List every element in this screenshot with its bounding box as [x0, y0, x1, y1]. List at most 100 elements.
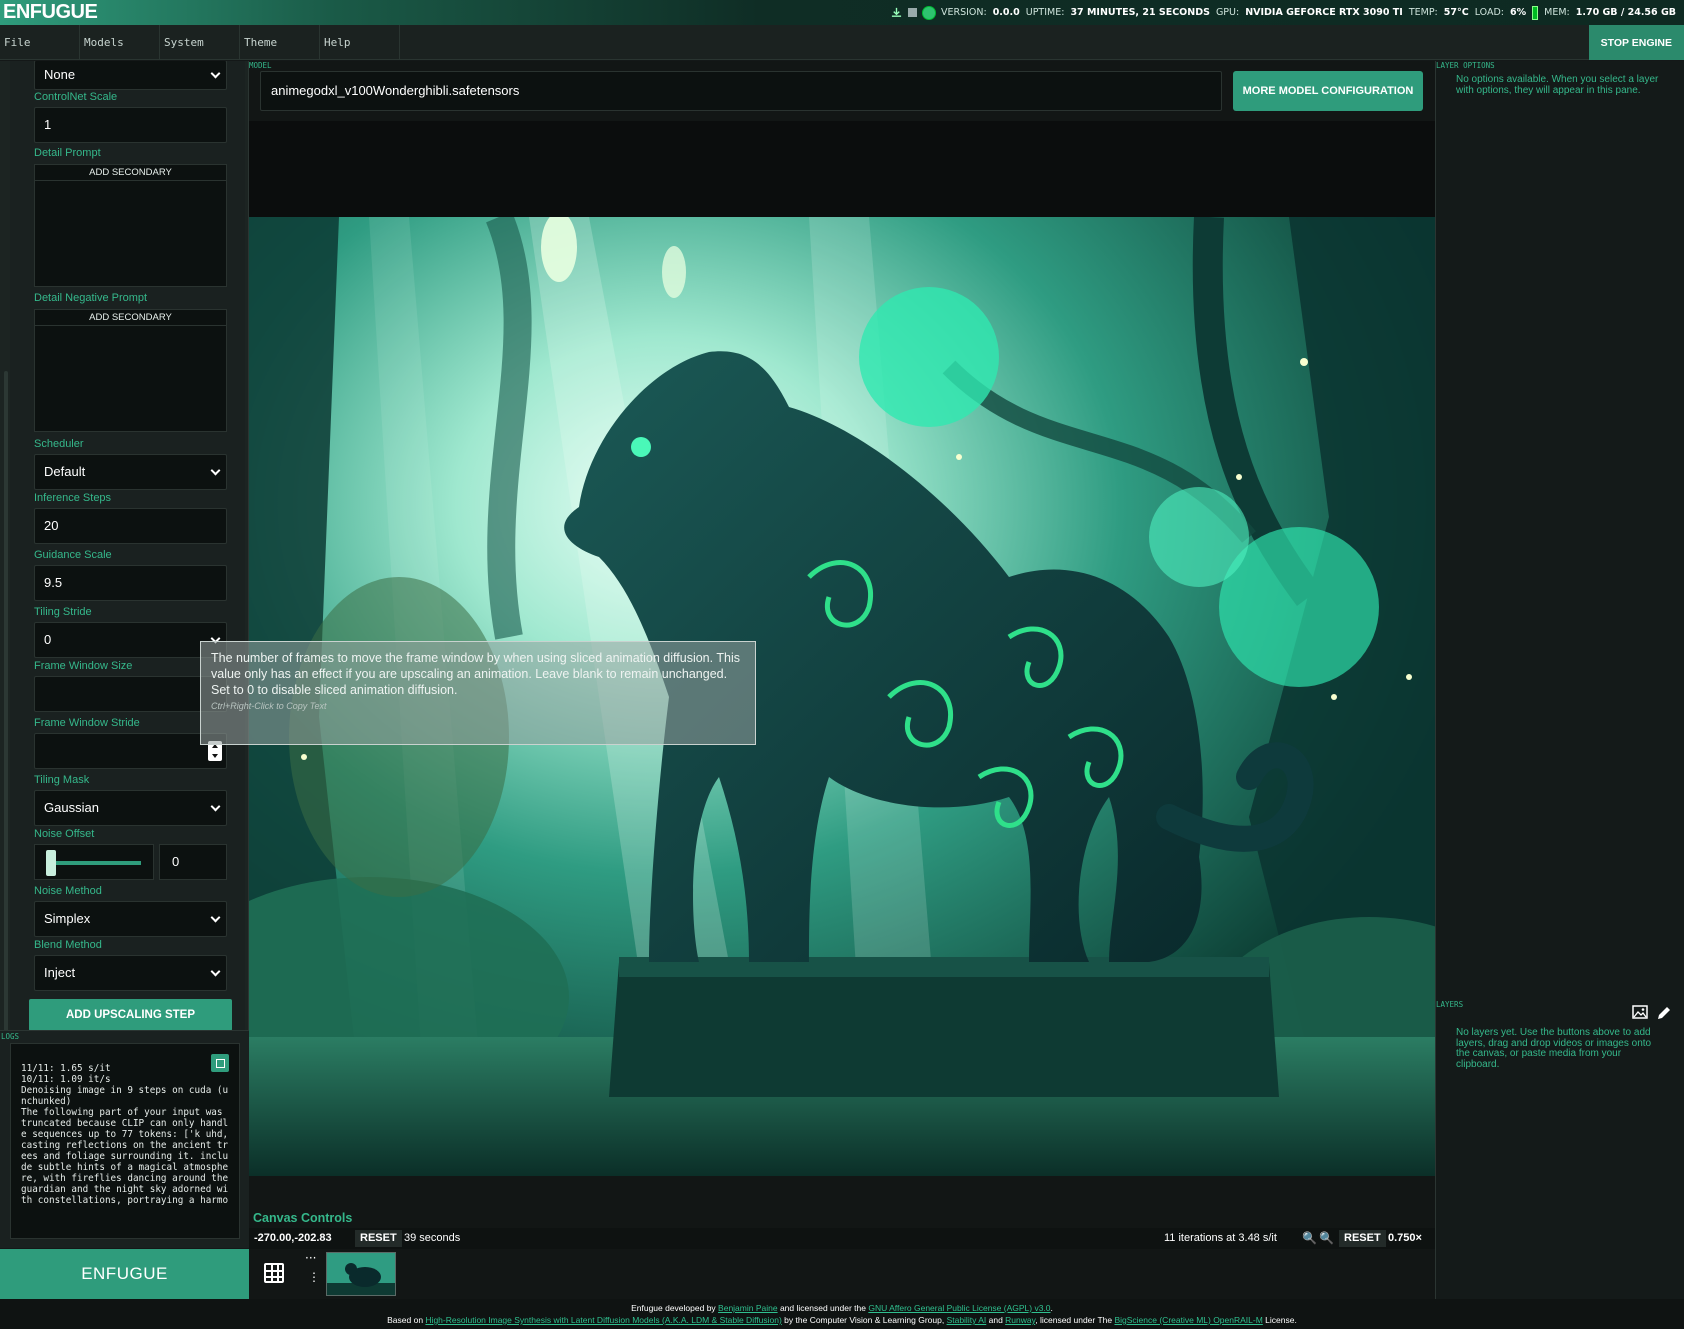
add-image-icon[interactable]	[1632, 1005, 1648, 1019]
menu-models[interactable]: Models	[80, 25, 160, 60]
memory-bar	[1532, 5, 1539, 20]
version-label: VERSION:	[940, 7, 987, 18]
tiling-mask-value: Gaussian	[44, 800, 99, 815]
zoom-out-icon[interactable]: 🔍	[1319, 1231, 1334, 1245]
blend-method-select[interactable]: Inject	[34, 955, 227, 991]
logs-label: LOGS	[1, 1032, 20, 1041]
thumbnail-image	[327, 1253, 395, 1295]
generation-settings-sidebar: None ControlNet Scale 1 Detail Prompt AD…	[0, 61, 249, 1031]
layers-empty-text: No layers yet. Use the buttons above to …	[1456, 1027, 1652, 1070]
detail-prompt-textarea[interactable]	[34, 181, 227, 287]
zoom-in-icon[interactable]: 🔍	[1302, 1231, 1317, 1245]
slider-track	[51, 861, 141, 865]
sidebar-scrollbar[interactable]	[4, 371, 8, 1031]
openrail-link[interactable]: BigScience (Creative ML) OpenRAIL-M	[1114, 1315, 1262, 1325]
grid-view-icon[interactable]	[264, 1263, 284, 1283]
gpu-label: GPU:	[1215, 7, 1240, 18]
tooltip-text: The number of frames to move the frame w…	[211, 651, 740, 697]
footer-text: and	[986, 1315, 1006, 1325]
chevron-down-icon	[210, 68, 221, 79]
detail-negative-prompt-label: Detail Negative Prompt	[34, 292, 148, 304]
iterations-status: 11 iterations at 3.48 s/it	[1164, 1232, 1277, 1244]
guidance-scale-input[interactable]: 9.5	[34, 565, 227, 601]
temp-value: 57°C	[1443, 7, 1469, 18]
menu-file[interactable]: File	[0, 25, 80, 60]
more-model-configuration-button[interactable]: MORE MODEL CONFIGURATION	[1233, 71, 1423, 111]
add-secondary-button[interactable]: ADD SECONDARY	[34, 164, 227, 181]
mem-value: 1.70 GB / 24.56 GB	[1575, 7, 1676, 18]
enfugue-button[interactable]: ENFUGUE	[0, 1249, 249, 1299]
scheduler-label: Scheduler	[34, 438, 84, 450]
canvas-coordinates: -270.00,-202.83	[254, 1232, 332, 1244]
canvas-controls-title: Canvas Controls	[253, 1211, 353, 1225]
paper-link[interactable]: High-Resolution Image Synthesis with Lat…	[425, 1315, 781, 1325]
tiling-mask-select[interactable]: Gaussian	[34, 790, 227, 826]
download-icon[interactable]	[891, 7, 902, 18]
frame-window-size-label: Frame Window Size	[34, 660, 133, 672]
add-secondary-negative-button[interactable]: ADD SECONDARY	[34, 309, 227, 326]
controlnet-select-value: None	[44, 67, 76, 82]
footer: Enfugue developed by Benjamin Paine and …	[0, 1299, 1684, 1329]
controlnet-scale-label: ControlNet Scale	[34, 91, 118, 103]
menu-bar: File Models System Theme Help STOP ENGIN…	[0, 25, 1684, 60]
menu-theme[interactable]: Theme	[240, 25, 320, 60]
more-options-icon[interactable]: ···	[305, 1251, 316, 1265]
author-link[interactable]: Benjamin Paine	[718, 1303, 778, 1313]
noise-method-select[interactable]: Simplex	[34, 901, 227, 937]
add-upscaling-step-button[interactable]: ADD UPSCALING STEP	[29, 999, 232, 1031]
footer-text: Based on	[387, 1315, 426, 1325]
footer-text: by the Computer Vision & Learning Group,	[781, 1315, 947, 1325]
thumbnail-bar: ··· ⋮	[249, 1249, 1435, 1299]
noise-offset-input[interactable]: 0	[159, 844, 227, 880]
draw-pencil-icon[interactable]	[1656, 1005, 1672, 1021]
slider-thumb[interactable]	[46, 850, 56, 876]
result-thumbnail[interactable]	[326, 1252, 396, 1296]
chevron-down-icon	[210, 966, 221, 977]
expand-logs-icon[interactable]	[211, 1054, 229, 1072]
controlnet-scale-input[interactable]: 1	[34, 107, 227, 143]
layer-options-text: No options available. When you select a …	[1456, 74, 1659, 96]
mem-label: MEM:	[1544, 7, 1570, 18]
menu-system[interactable]: System	[160, 25, 240, 60]
uptime-label: UPTIME:	[1025, 7, 1065, 18]
status-bar: VERSION: 0.0.0 UPTIME: 37 MINUTES, 21 SE…	[891, 0, 1676, 25]
logs-box[interactable]: 11/11: 1.65 s/it 10/11: 1.09 it/s Denois…	[10, 1043, 240, 1239]
vertical-menu-icon[interactable]: ⋮	[308, 1271, 320, 1283]
reset-position-button[interactable]: RESET	[355, 1230, 402, 1247]
title-bar: ENFUGUE VERSION: 0.0.0 UPTIME: 37 MINUTE…	[0, 0, 1684, 25]
version-value: 0.0.0	[992, 7, 1020, 18]
zoom-level: 0.750×	[1388, 1232, 1422, 1244]
load-value: 6%	[1509, 7, 1527, 18]
noise-offset-label: Noise Offset	[34, 828, 95, 840]
stop-square-icon[interactable]	[907, 8, 917, 17]
chevron-down-icon	[210, 801, 221, 812]
inference-steps-input[interactable]: 20	[34, 508, 227, 544]
runway-link[interactable]: Runway	[1005, 1315, 1035, 1325]
menu-help[interactable]: Help	[320, 25, 400, 60]
tooltip: The number of frames to move the frame w…	[200, 641, 756, 745]
frame-window-stride-label: Frame Window Stride	[34, 717, 140, 729]
layers-label: LAYERS	[1436, 1000, 1464, 1009]
scheduler-select[interactable]: Default	[34, 454, 227, 490]
detail-prompt-label: Detail Prompt	[34, 147, 101, 159]
reset-zoom-button[interactable]: RESET	[1339, 1230, 1386, 1247]
logs-panel: LOGS 11/11: 1.65 s/it 10/11: 1.09 it/s D…	[0, 1030, 249, 1248]
frame-window-size-input[interactable]	[34, 676, 227, 712]
uptime-value: 37 MINUTES, 21 SECONDS	[1070, 7, 1210, 18]
license-link[interactable]: GNU Affero General Public License (AGPL)…	[868, 1303, 1050, 1313]
footer-text: License.	[1262, 1315, 1297, 1325]
tiling-stride-value: 0	[44, 632, 52, 647]
chevron-down-icon	[210, 465, 221, 476]
gpu-value: NVIDIA GEFORCE RTX 3090 TI	[1245, 7, 1403, 18]
tiling-stride-select[interactable]: 0	[34, 622, 227, 658]
scheduler-value: Default	[44, 464, 86, 479]
tiling-mask-label: Tiling Mask	[34, 774, 90, 786]
detail-negative-prompt-textarea[interactable]	[34, 326, 227, 432]
stop-engine-button[interactable]: STOP ENGINE	[1588, 25, 1684, 60]
controlnet-select[interactable]: None	[34, 61, 227, 90]
stability-link[interactable]: Stability AI	[947, 1315, 987, 1325]
frame-window-stride-input[interactable]	[34, 733, 227, 769]
noise-offset-slider[interactable]	[34, 844, 154, 880]
model-input[interactable]: animegodxl_v100Wonderghibli.safetensors	[260, 71, 1222, 111]
blend-method-label: Blend Method	[34, 939, 102, 951]
